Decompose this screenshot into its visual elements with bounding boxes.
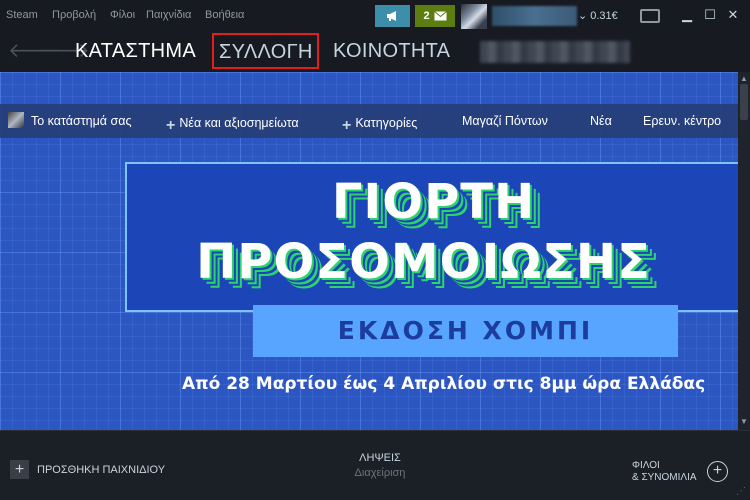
friends-add-icon[interactable]: + <box>707 461 728 482</box>
downloads-title: ΛΗΨΕΙΣ <box>359 452 401 464</box>
big-picture-icon[interactable] <box>640 9 660 23</box>
plus-icon: + <box>166 117 176 134</box>
envelope-icon <box>433 11 447 21</box>
store-avatar-icon <box>8 112 24 128</box>
store-content: Το κατάστημά σας + Νέα και αξιοσημείωτα +… <box>0 72 738 430</box>
banner-edition-text: ΕΚΔΟΣΗ ΧΟΜΠΙ <box>337 316 594 345</box>
tab-store[interactable]: ΚΑΤΑΣΤΗΜΑ <box>75 40 196 63</box>
banner-title-line2: ΠΡΟΣΟΜΟΙΩΣΗΣ <box>196 234 651 290</box>
close-icon[interactable]: ✕ <box>723 5 743 25</box>
chevron-down-icon: ⌄ <box>578 10 588 22</box>
profile-tab-blurred[interactable] <box>480 41 630 63</box>
menu-help[interactable]: Βοήθεια <box>205 9 244 21</box>
notifications-button[interactable]: 2 <box>415 5 455 27</box>
scroll-down-icon[interactable]: ▼ <box>740 417 748 426</box>
avatar[interactable] <box>461 4 487 29</box>
plus-icon: + <box>10 460 29 479</box>
downloads-manage: Διαχείριση <box>354 467 406 479</box>
banner-edition-box: ΕΚΔΟΣΗ ΧΟΜΠΙ <box>253 305 678 357</box>
subnav-labs[interactable]: Ερευν. κέντρο <box>643 114 721 128</box>
friends-chat-button[interactable]: ΦΙΛΟΙ & ΣΥΝΟΜΙΛΙΑ <box>632 460 697 484</box>
resize-grip-icon[interactable]: ⋰ <box>736 486 746 497</box>
account-name-blurred[interactable] <box>492 6 577 26</box>
add-game-button[interactable]: + ΠΡΟΣΘΗΚΗ ΠΑΙΧΝΙΔΙΟΥ <box>10 460 165 479</box>
subnav-new-noteworthy[interactable]: + Νέα και αξιοσημείωτα <box>166 114 299 134</box>
menu-games[interactable]: Παιχνίδια <box>146 9 191 21</box>
store-subnav: Το κατάστημά σας + Νέα και αξιοσημείωτα +… <box>0 104 738 138</box>
scroll-up-icon[interactable]: ▲ <box>740 74 748 83</box>
banner-dates: Από 28 Μαρτίου έως 4 Απριλίου στις 8μμ ώ… <box>182 374 706 394</box>
notifications-count: 2 <box>423 10 430 22</box>
maximize-icon[interactable]: ☐ <box>700 5 720 25</box>
add-game-label: ΠΡΟΣΘΗΚΗ ΠΑΙΧΝΙΔΙΟΥ <box>37 463 166 476</box>
subnav-points-shop[interactable]: Μαγαζί Πόντων <box>462 114 548 128</box>
scrollbar-thumb[interactable] <box>740 84 748 120</box>
account-dropdown[interactable]: ⌄ 0.31€ <box>578 9 618 23</box>
tab-library[interactable]: ΣΥΛΛΟΓΗ <box>212 33 319 69</box>
menu-steam[interactable]: Steam <box>6 9 38 21</box>
wallet-balance: 0.31€ <box>590 9 618 22</box>
subnav-news[interactable]: Νέα <box>590 114 612 128</box>
scrollbar[interactable] <box>738 72 750 430</box>
banner-title-line1: ΓΙΟΡΤΗ <box>331 174 536 230</box>
subnav-your-store[interactable]: Το κατάστημά σας <box>31 114 131 128</box>
menu-friends[interactable]: Φίλοι <box>110 9 135 21</box>
tab-community[interactable]: ΚΟΙΝΟΤΗΤΑ <box>333 40 450 63</box>
title-bar: Steam Προβολή Φίλοι Παιχνίδια Βοήθεια 2 … <box>0 0 750 32</box>
menu-view[interactable]: Προβολή <box>52 9 96 21</box>
plus-icon: + <box>342 117 352 134</box>
megaphone-icon <box>386 11 396 21</box>
downloads-button[interactable]: ΛΗΨΕΙΣ Διαχείριση <box>300 452 460 479</box>
main-nav: 🡐 🡒 ΚΑΤΑΣΤΗΜΑ ΣΥΛΛΟΓΗ ΚΟΙΝΟΤΗΤΑ <box>0 32 750 72</box>
sale-banner[interactable]: ΓΙΟΡΤΗ ΠΡΟΣΟΜΟΙΩΣΗΣ <box>125 162 738 312</box>
minimize-icon[interactable]: ▁ <box>677 5 697 25</box>
subnav-categories[interactable]: + Κατηγορίες <box>342 114 417 134</box>
announcements-button[interactable] <box>375 5 410 27</box>
chat-label: & ΣΥΝΟΜΙΛΙΑ <box>632 472 697 483</box>
friends-label: ΦΙΛΟΙ <box>632 460 660 471</box>
